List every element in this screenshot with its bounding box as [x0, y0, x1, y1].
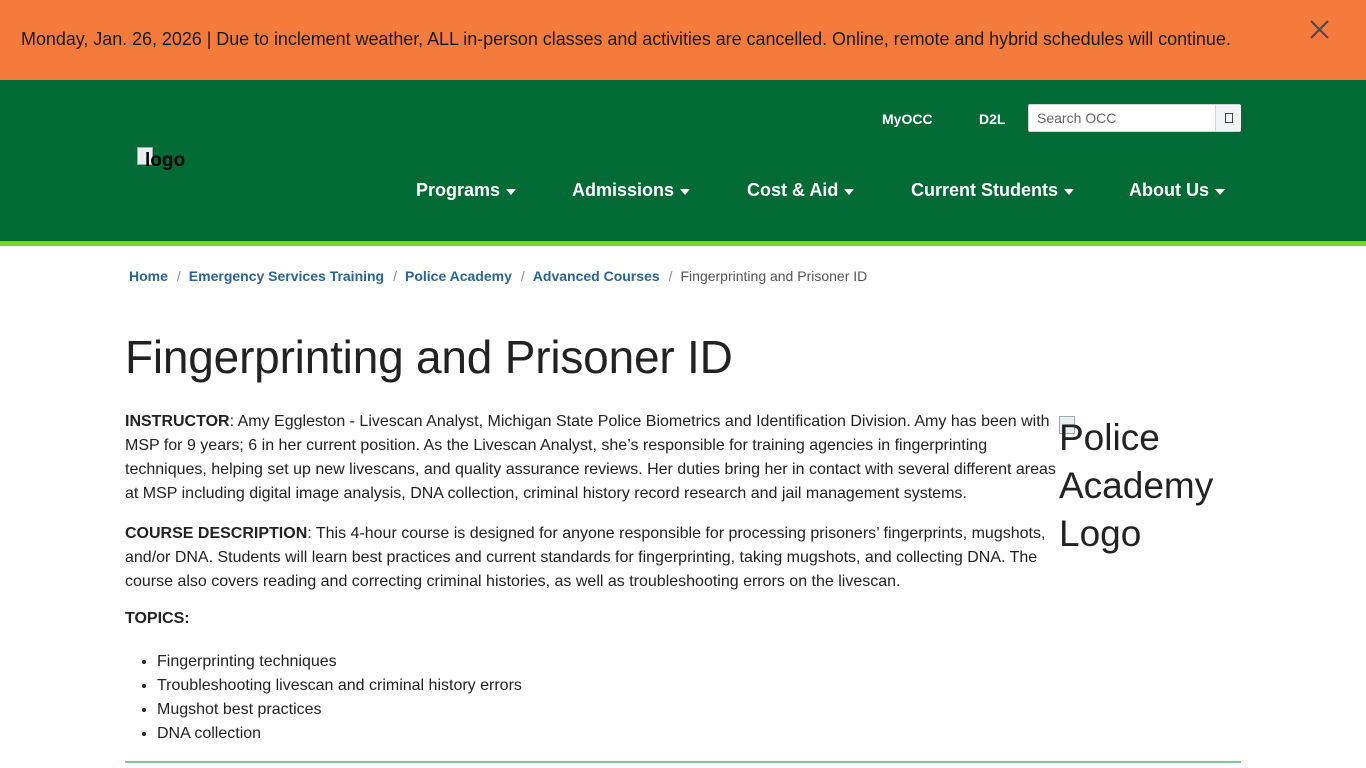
breadcrumb-separator: /	[668, 268, 673, 284]
nav-current-students-label: Current Students	[911, 180, 1059, 200]
alert-banner: Monday, Jan. 26, 2026 | Due to inclement…	[0, 0, 1366, 80]
caret-down-icon	[506, 188, 517, 195]
d2l-link[interactable]: D2L	[979, 111, 1005, 127]
nav-cost-aid[interactable]: Cost & Aid	[747, 180, 855, 201]
breadcrumb-separator: /	[393, 268, 398, 284]
caret-down-icon	[1064, 188, 1075, 195]
list-item: Troubleshooting livescan and criminal hi…	[157, 674, 522, 698]
nav-admissions[interactable]: Admissions	[572, 180, 691, 201]
breadcrumb-home[interactable]: Home	[129, 268, 168, 284]
topics-list: Fingerprinting techniques Troubleshootin…	[157, 650, 522, 746]
logo-alt-text: logo	[145, 150, 186, 171]
police-academy-logo-alt: Police Academy Logo	[1059, 417, 1214, 554]
search-button[interactable]	[1215, 105, 1241, 131]
police-academy-logo: Police Academy Logo	[1059, 414, 1241, 558]
nav-about-us-label: About Us	[1129, 180, 1209, 200]
instructor-label: INSTRUCTOR	[125, 413, 230, 430]
breadcrumb-current: Fingerprinting and Prisoner ID	[680, 268, 868, 284]
nav-programs[interactable]: Programs	[416, 180, 517, 201]
description-paragraph: COURSE DESCRIPTION: This 4-hour course i…	[125, 522, 1057, 594]
topics-heading: TOPICS:	[125, 610, 190, 627]
list-item: Mugshot best practices	[157, 698, 522, 722]
breadcrumb-advanced-courses[interactable]: Advanced Courses	[533, 268, 660, 284]
instructor-text: : Amy Eggleston - Livescan Analyst, Mich…	[125, 413, 1056, 502]
page-title: Fingerprinting and Prisoner ID	[125, 331, 733, 383]
search-icon	[1224, 113, 1233, 123]
list-item: DNA collection	[157, 722, 522, 746]
nav-cost-aid-label: Cost & Aid	[747, 180, 839, 200]
myocc-link[interactable]: MyOCC	[882, 111, 933, 127]
content-divider	[125, 761, 1241, 763]
breadcrumb-police-academy[interactable]: Police Academy	[405, 268, 512, 284]
breadcrumb: Home / Emergency Services Training / Pol…	[129, 268, 867, 284]
caret-down-icon	[844, 188, 855, 195]
search-form	[1028, 104, 1241, 132]
instructor-paragraph: INSTRUCTOR: Amy Eggleston - Livescan Ana…	[125, 410, 1057, 506]
breadcrumb-separator: /	[176, 268, 181, 284]
search-input[interactable]	[1029, 105, 1215, 131]
alert-message: Monday, Jan. 26, 2026 | Due to inclement…	[21, 29, 1231, 49]
close-alert-button[interactable]	[1304, 14, 1336, 46]
caret-down-icon	[1215, 188, 1225, 195]
close-icon	[1310, 20, 1329, 39]
nav-programs-label: Programs	[416, 180, 501, 200]
site-logo[interactable]: logo	[137, 146, 193, 171]
nav-current-students[interactable]: Current Students	[911, 180, 1075, 201]
header-accent-bar	[0, 241, 1366, 246]
list-item: Fingerprinting techniques	[157, 650, 522, 674]
breadcrumb-emergency-services[interactable]: Emergency Services Training	[189, 268, 384, 284]
caret-down-icon	[680, 188, 691, 195]
breadcrumb-separator: /	[520, 268, 525, 284]
nav-admissions-label: Admissions	[572, 180, 675, 200]
description-label: COURSE DESCRIPTION	[125, 525, 308, 542]
nav-about-us[interactable]: About Us	[1129, 180, 1225, 201]
